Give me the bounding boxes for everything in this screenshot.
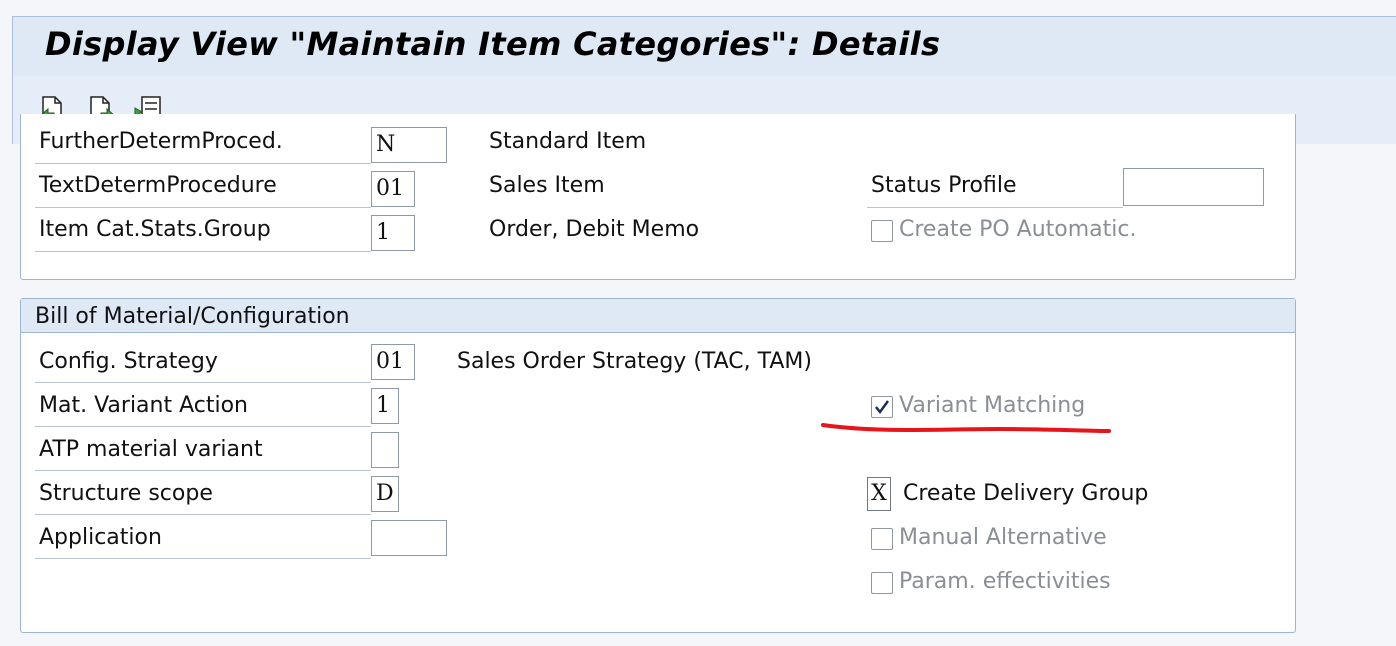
group-header: Bill of Material/Configuration [21, 299, 1295, 333]
row-label: Item Cat.Stats.Group [39, 217, 271, 242]
text-determ-field[interactable]: 01 [371, 171, 415, 207]
row-description: Sales Order Strategy (TAC, TAM) [457, 349, 812, 374]
label-underline [35, 470, 371, 471]
manual-alternative-label: Manual Alternative [899, 525, 1107, 550]
item-cat-stats-field[interactable]: 1 [371, 215, 415, 251]
create-po-label: Create PO Automatic. [899, 217, 1137, 242]
content-area: FurtherDetermProced. N Standard Item Tex… [12, 114, 1396, 646]
label-underline [35, 207, 371, 208]
title-bar: Display View "Maintain Item Categories":… [12, 16, 1396, 77]
row-description: Standard Item [489, 129, 647, 154]
status-profile-label: Status Profile [871, 173, 1017, 198]
further-determ-field[interactable]: N [371, 127, 447, 163]
mat-variant-action-field[interactable]: 1 [371, 388, 399, 424]
row-label: FurtherDetermProced. [39, 129, 283, 154]
create-delivery-group-checkbox[interactable]: X [867, 477, 891, 511]
row-description: Order, Debit Memo [489, 217, 700, 242]
create-delivery-group-label: Create Delivery Group [903, 481, 1149, 506]
row-label: Mat. Variant Action [39, 393, 248, 418]
annotation-underline [821, 423, 1111, 433]
status-profile-field[interactable] [1123, 168, 1264, 206]
label-underline [35, 426, 371, 427]
item-details-group: FurtherDetermProced. N Standard Item Tex… [20, 114, 1296, 280]
structure-scope-field[interactable]: D [371, 476, 399, 512]
label-underline [35, 558, 371, 559]
application-field[interactable] [371, 520, 447, 556]
atp-material-variant-field[interactable] [371, 432, 399, 468]
group-title: Bill of Material/Configuration [35, 304, 350, 329]
manual-alternative-checkbox[interactable] [871, 528, 893, 550]
create-po-checkbox[interactable] [871, 220, 893, 242]
config-strategy-field[interactable]: 01 [371, 344, 415, 380]
row-description: Sales Item [489, 173, 605, 198]
row-label: Application [39, 525, 162, 550]
row-label: ATP material variant [39, 437, 263, 462]
row-label: TextDetermProcedure [39, 173, 277, 198]
param-effectivities-label: Param. effectivities [899, 569, 1111, 594]
bom-configuration-group: Bill of Material/Configuration Config. S… [20, 298, 1296, 633]
param-effectivities-checkbox[interactable] [871, 572, 893, 594]
row-label: Structure scope [39, 481, 213, 506]
row-label: Config. Strategy [39, 349, 218, 374]
label-underline [35, 163, 371, 164]
label-underline [35, 251, 371, 252]
page-title: Display View "Maintain Item Categories":… [45, 25, 941, 63]
label-underline [867, 207, 1123, 208]
label-underline [35, 514, 371, 515]
label-underline [35, 382, 371, 383]
